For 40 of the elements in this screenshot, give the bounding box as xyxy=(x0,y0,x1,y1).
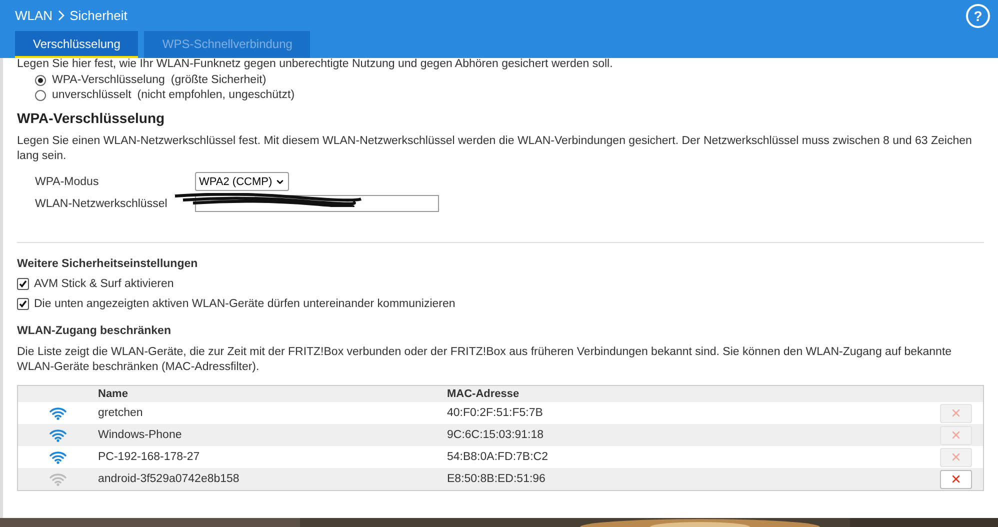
table-cell-text: gretchen xyxy=(98,407,144,419)
tab[interactable]: Verschlüsselung xyxy=(15,31,138,58)
checkbox-label: Die unten angezeigten aktiven WLAN-Geräte dürfen untereinander kommunizieren xyxy=(34,298,456,310)
table-cell-text: android-3f529a0742e8b158 xyxy=(98,473,240,485)
close-icon xyxy=(950,429,962,441)
radio-note: (größte Sicherheit) xyxy=(170,74,266,86)
tab[interactable]: WPS-Schnellverbindung xyxy=(144,31,310,58)
table-cell-text: 54:B8:0A:FD:7B:C2 xyxy=(447,451,549,463)
section-heading: WLAN-Zugang beschränken xyxy=(17,325,172,337)
radio-button[interactable] xyxy=(35,74,46,86)
radio-note: (nicht empfohlen, ungeschützt) xyxy=(137,89,295,101)
breadcrumb-item[interactable]: WLAN xyxy=(15,8,53,23)
radio-button[interactable] xyxy=(35,90,46,100)
mode-select[interactable]: WPA2 (CCMP) xyxy=(195,172,289,191)
column-header: MAC-Adresse xyxy=(447,388,520,400)
radio-label: unverschlüsselt xyxy=(52,89,132,101)
checkbox[interactable] xyxy=(17,278,29,290)
field-label: WPA-Modus xyxy=(35,176,100,188)
close-icon xyxy=(950,451,962,463)
radio-label: WPA-Verschlüsselung xyxy=(52,74,165,86)
field-label: WLAN-Netzwerkschlüssel xyxy=(35,198,168,210)
table-cell-text: 9C:6C:15:03:91:18 xyxy=(447,429,545,441)
delete-button[interactable] xyxy=(940,470,972,488)
section-heading: WPA-Verschlüsselung xyxy=(17,110,166,126)
close-icon xyxy=(950,407,962,419)
section-heading: Weitere Sicherheitseinstellungen xyxy=(17,258,199,270)
help-button[interactable]: ? xyxy=(966,4,990,28)
table-cell-text: Windows-Phone xyxy=(98,429,183,441)
column-header: Name xyxy=(98,388,129,400)
table-cell-text: 40:F0:2F:51:F5:7B xyxy=(447,407,544,419)
breadcrumb-item: Sicherheit xyxy=(70,8,128,23)
description-text: Die Liste zeigt die WLAN-Geräte, die zur Zeit mit der FRITZ!Box verbunden oder der FRITZ!Box aus früheren Verbindungen bekannt sind. Sie können den WLAN-Zugang auf bekannte WLAN-Geräte beschränken (MAC-Adressfilter). xyxy=(17,345,953,375)
checkbox[interactable] xyxy=(17,298,29,310)
description-text: Legen Sie einen WLAN-Netzwerkschlüssel fest. Mit diesem WLAN-Netzwerkschlüssel werden die WLAN-Verbindungen gesichert. Der Netzwerkschlüssel muss zwischen 8 und 63 Zeichen lang sein. xyxy=(17,134,973,164)
intro-text: Legen Sie hier fest, wie Ihr WLAN-Funknetz gegen unberechtigte Nutzung und gegen Abhören gesichert werden soll. xyxy=(17,58,614,71)
checkbox-label: AVM Stick & Surf aktivieren xyxy=(34,278,174,290)
table-cell-text: E8:50:8B:ED:51:96 xyxy=(447,473,546,485)
chevron-right-icon xyxy=(58,10,65,21)
table-cell-text: PC-192-168-178-27 xyxy=(98,451,201,463)
close-icon xyxy=(950,473,962,485)
